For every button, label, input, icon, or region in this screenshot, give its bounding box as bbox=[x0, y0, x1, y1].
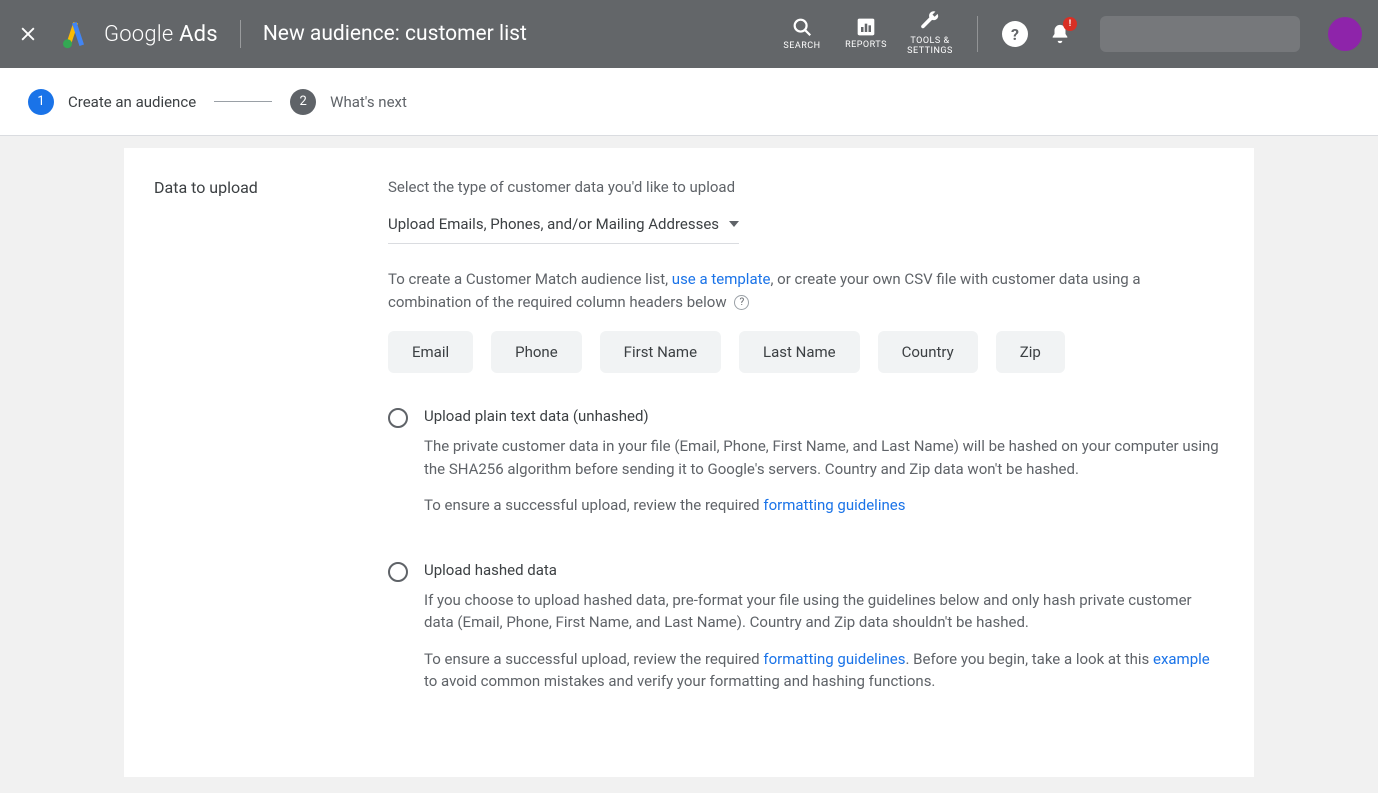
chip-last-name: Last Name bbox=[739, 331, 860, 373]
section-label: Data to upload bbox=[154, 178, 388, 737]
app-header: Google Ads New audience: customer list S… bbox=[0, 0, 1378, 68]
intro-text: Select the type of customer data you'd l… bbox=[388, 178, 1224, 196]
chip-email: Email bbox=[388, 331, 473, 373]
step-whats-next[interactable]: 2 What's next bbox=[290, 89, 407, 115]
formatting-guidelines-link[interactable]: formatting guidelines bbox=[763, 496, 905, 514]
example-link[interactable]: example bbox=[1153, 650, 1210, 668]
close-icon[interactable] bbox=[16, 22, 40, 46]
avatar[interactable] bbox=[1328, 17, 1362, 51]
radio-title: Upload plain text data (unhashed) bbox=[424, 407, 1224, 425]
help-button[interactable]: ? bbox=[1002, 21, 1028, 47]
column-chips: Email Phone First Name Last Name Country… bbox=[388, 331, 1224, 373]
radio-description: The private customer data in your file (… bbox=[424, 435, 1224, 480]
help-icon: ? bbox=[1011, 25, 1019, 44]
chip-country: Country bbox=[878, 331, 978, 373]
data-type-dropdown[interactable]: Upload Emails, Phones, and/or Mailing Ad… bbox=[388, 215, 739, 244]
radio-hashed[interactable] bbox=[388, 562, 408, 582]
search-icon bbox=[791, 16, 813, 38]
step-label: What's next bbox=[330, 93, 407, 111]
use-template-link[interactable]: use a template bbox=[672, 270, 771, 288]
brand-cluster: Google Ads bbox=[60, 19, 218, 49]
page-title: New audience: customer list bbox=[263, 22, 527, 46]
step-number: 2 bbox=[290, 89, 316, 115]
tools-settings-button[interactable]: TOOLS &SETTINGS bbox=[907, 11, 953, 57]
chip-first-name: First Name bbox=[600, 331, 721, 373]
radio-hint: To ensure a successful upload, review th… bbox=[424, 648, 1224, 693]
chip-phone: Phone bbox=[491, 331, 582, 373]
notifications-button[interactable]: ! bbox=[1046, 20, 1074, 48]
radio-title: Upload hashed data bbox=[424, 561, 1224, 579]
wrench-icon bbox=[919, 11, 941, 33]
help-icon[interactable]: ? bbox=[734, 295, 749, 310]
account-info[interactable] bbox=[1100, 16, 1300, 52]
notification-badge: ! bbox=[1063, 17, 1077, 31]
description-text: To create a Customer Match audience list… bbox=[388, 268, 1224, 313]
header-actions: SEARCH REPORTS TOOLS &SETTINGS ? ! bbox=[779, 11, 1362, 57]
reports-button[interactable]: REPORTS bbox=[843, 17, 889, 51]
radio-description: If you choose to upload hashed data, pre… bbox=[424, 589, 1224, 634]
search-button[interactable]: SEARCH bbox=[779, 16, 825, 52]
google-ads-logo-icon bbox=[60, 19, 90, 49]
radio-plain-text[interactable] bbox=[388, 408, 408, 428]
upload-card: Data to upload Select the type of custom… bbox=[124, 148, 1254, 777]
step-number: 1 bbox=[28, 89, 54, 115]
step-connector bbox=[214, 101, 272, 102]
brand-text: Google Ads bbox=[104, 22, 218, 47]
chevron-down-icon bbox=[729, 219, 739, 229]
radio-hint: To ensure a successful upload, review th… bbox=[424, 494, 1224, 517]
reports-icon bbox=[856, 17, 876, 37]
formatting-guidelines-link[interactable]: formatting guidelines bbox=[763, 650, 905, 668]
divider bbox=[977, 16, 978, 52]
step-create-audience[interactable]: 1 Create an audience bbox=[28, 89, 196, 115]
divider bbox=[240, 20, 241, 48]
chip-zip: Zip bbox=[996, 331, 1065, 373]
radio-hashed-block: Upload hashed data If you choose to uplo… bbox=[388, 561, 1224, 707]
stepper: 1 Create an audience 2 What's next bbox=[0, 68, 1378, 136]
step-label: Create an audience bbox=[68, 93, 196, 111]
radio-plain-text-block: Upload plain text data (unhashed) The pr… bbox=[388, 407, 1224, 531]
dropdown-value: Upload Emails, Phones, and/or Mailing Ad… bbox=[388, 215, 719, 233]
